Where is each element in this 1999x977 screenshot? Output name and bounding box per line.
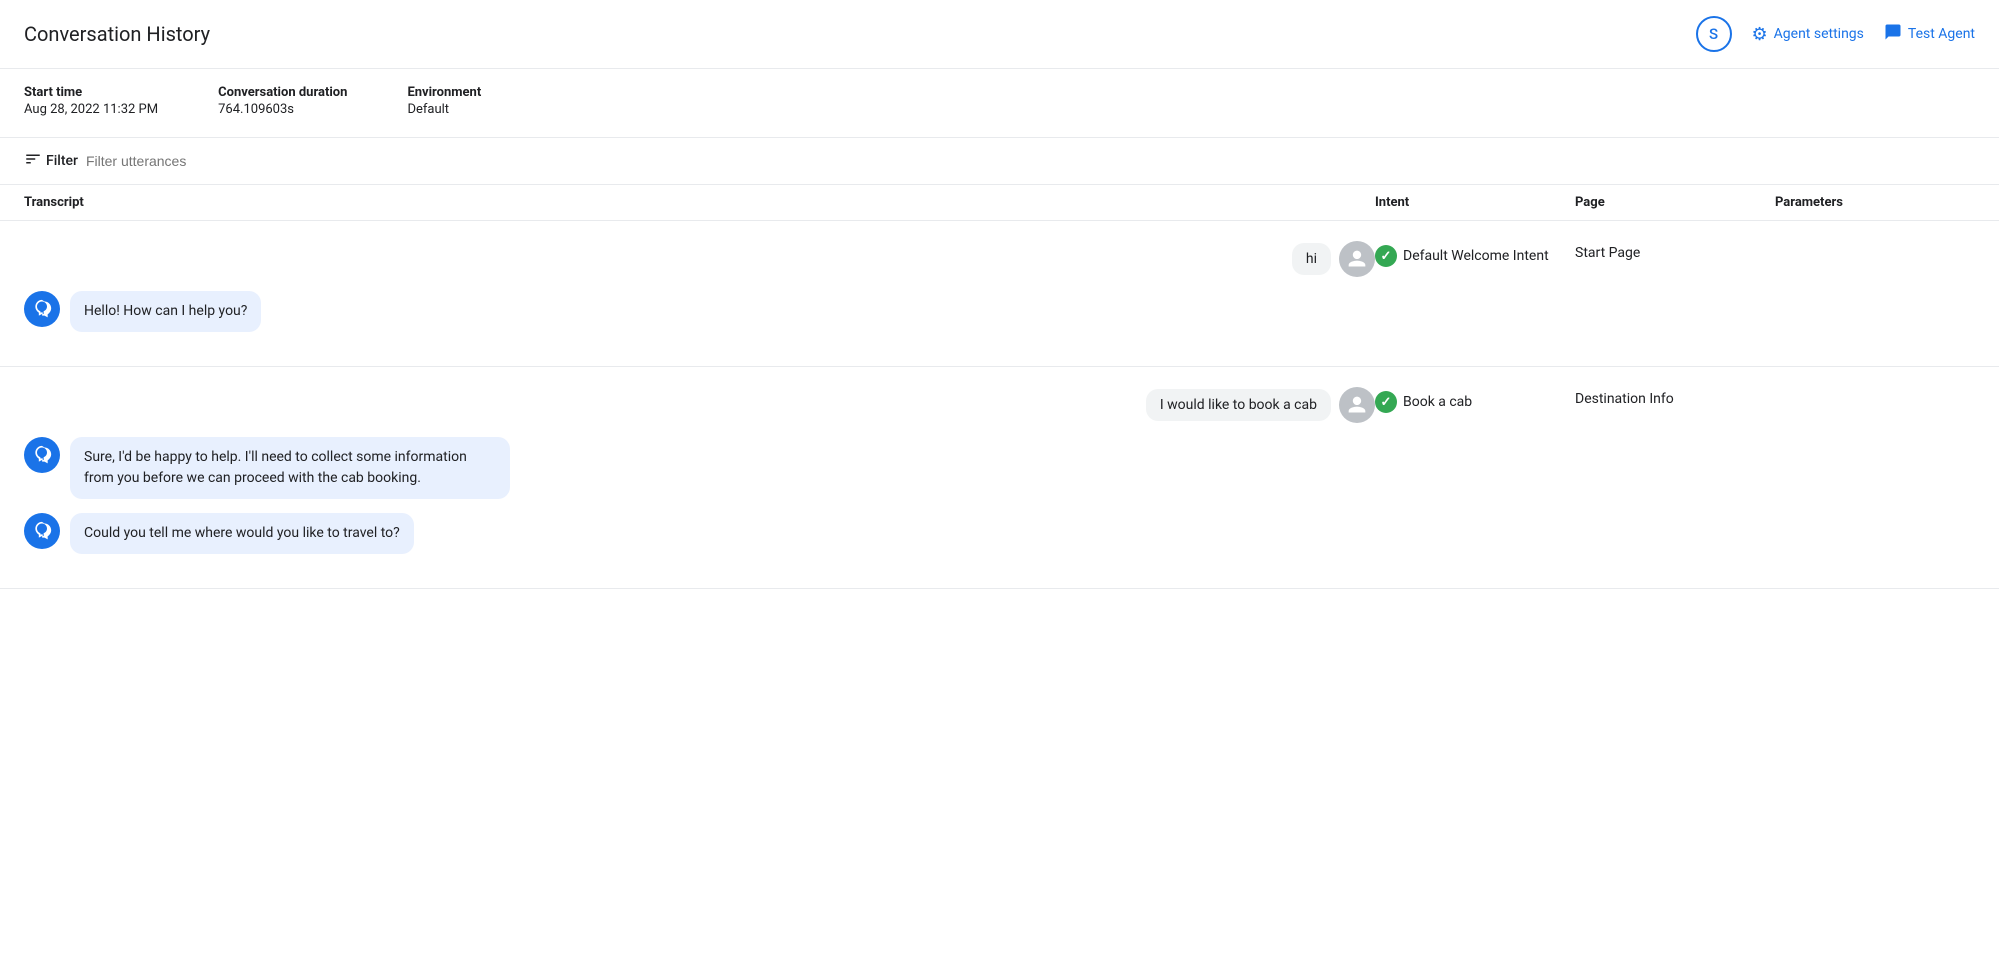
duration-item: Conversation duration 764.109603s: [218, 85, 347, 117]
col-page: Page: [1575, 195, 1775, 210]
intent-name-2: Book a cab: [1403, 394, 1472, 410]
transcript-col-2: I would like to book a cab Sure, I'd be …: [24, 387, 1375, 568]
user-bubble: hi: [1292, 243, 1331, 275]
duration-value: 764.109603s: [218, 102, 347, 117]
bot-bubble: Hello! How can I help you?: [70, 291, 261, 332]
filter-bar: Filter: [0, 138, 1999, 185]
agent-settings-link[interactable]: ⚙ Agent settings: [1752, 24, 1864, 45]
check-circle: ✓: [1375, 245, 1397, 267]
page-col-1: Start Page: [1575, 241, 1775, 261]
bot-avatar-2b: [24, 513, 60, 549]
page-name-2: Destination Info: [1575, 391, 1674, 407]
col-transcript: Transcript: [24, 195, 1375, 210]
col-params: Parameters: [1775, 195, 1975, 210]
table-row: I would like to book a cab Sure, I'd be …: [0, 367, 1999, 589]
user-turn-2: I would like to book a cab: [24, 387, 1375, 423]
header: Conversation History S ⚙ Agent settings …: [0, 0, 1999, 69]
test-agent-label: Test Agent: [1908, 26, 1975, 42]
filter-icon: [24, 150, 42, 172]
bot-turn-1: Hello! How can I help you?: [24, 291, 1375, 332]
user-avatar: [1339, 241, 1375, 277]
environment-label: Environment: [407, 85, 481, 100]
page-name-1: Start Page: [1575, 245, 1640, 261]
filter-input[interactable]: [86, 153, 1975, 169]
bot-bubble-2b: Could you tell me where would you like t…: [70, 513, 414, 554]
filter-label: Filter: [46, 153, 78, 169]
meta-section: Start time Aug 28, 2022 11:32 PM Convers…: [0, 69, 1999, 138]
check-icon-2: ✓: [1381, 395, 1392, 410]
page-title: Conversation History: [24, 22, 210, 46]
check-icon: ✓: [1381, 249, 1392, 264]
transcript-col-1: hi Hello! How can I help you?: [24, 241, 1375, 346]
test-agent-link[interactable]: Test Agent: [1884, 23, 1975, 46]
header-actions: S ⚙ Agent settings Test Agent: [1696, 16, 1975, 52]
gear-icon: ⚙: [1752, 24, 1768, 45]
params-col-1: [1775, 241, 1975, 245]
user-turn-1: hi: [24, 241, 1375, 277]
environment-value: Default: [407, 102, 481, 117]
table-header: Transcript Intent Page Parameters: [0, 185, 1999, 221]
filter-icon-wrap: Filter: [24, 150, 78, 172]
intent-col-1: ✓ Default Welcome Intent: [1375, 241, 1575, 267]
bot-avatar: [24, 291, 60, 327]
bot-turn-2b: Could you tell me where would you like t…: [24, 513, 1375, 554]
bot-turn-2a: Sure, I'd be happy to help. I'll need to…: [24, 437, 1375, 499]
table-row: hi Hello! How can I help you? ✓ Default …: [0, 221, 1999, 367]
page-col-2: Destination Info: [1575, 387, 1775, 407]
params-col-2: [1775, 387, 1975, 391]
duration-label: Conversation duration: [218, 85, 347, 100]
intent-col-2: ✓ Book a cab: [1375, 387, 1575, 413]
bot-bubble-2a: Sure, I'd be happy to help. I'll need to…: [70, 437, 510, 499]
col-intent: Intent: [1375, 195, 1575, 210]
chat-icon: [1884, 23, 1902, 46]
avatar: S: [1696, 16, 1732, 52]
start-time-item: Start time Aug 28, 2022 11:32 PM: [24, 85, 158, 117]
user-avatar-2: [1339, 387, 1375, 423]
user-bubble-2: I would like to book a cab: [1146, 389, 1331, 421]
start-time-value: Aug 28, 2022 11:32 PM: [24, 102, 158, 117]
agent-settings-label: Agent settings: [1774, 26, 1864, 42]
intent-badge-2: ✓ Book a cab: [1375, 391, 1472, 413]
intent-badge-1: ✓ Default Welcome Intent: [1375, 245, 1549, 267]
intent-name-1: Default Welcome Intent: [1403, 248, 1549, 264]
bot-avatar-2: [24, 437, 60, 473]
check-circle-2: ✓: [1375, 391, 1397, 413]
start-time-label: Start time: [24, 85, 158, 100]
environment-item: Environment Default: [407, 85, 481, 117]
